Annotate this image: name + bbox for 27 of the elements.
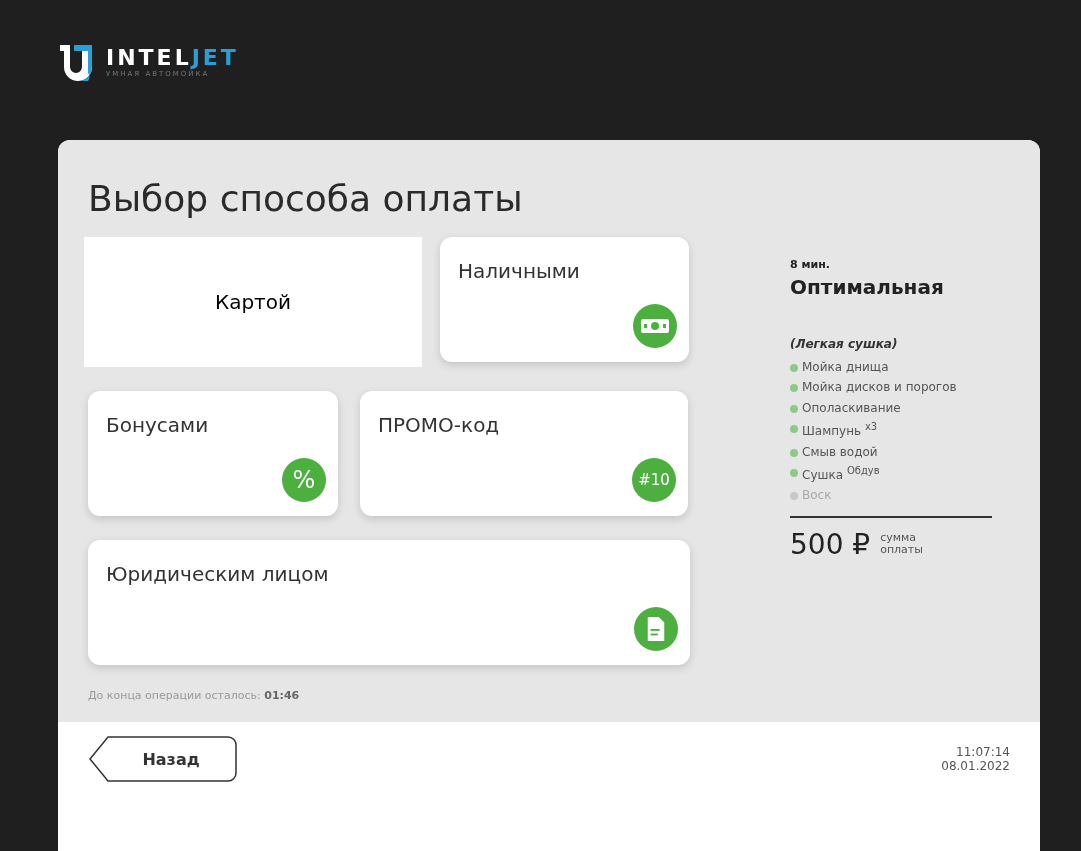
- program-note: (Легкая сушка): [790, 337, 899, 351]
- service-item: Шампунь $^{x3}$: [802, 421, 878, 439]
- service-item: Мойка дисков и порогов: [802, 380, 957, 395]
- service-item: Ополаскивание: [802, 400, 901, 416]
- service-item: Смыв водой: [802, 444, 878, 459]
- page-title: Выбор способа оплаты: [88, 177, 524, 221]
- payment-method-tile[interactable]: Юридическим лицом: [88, 540, 690, 665]
- payment-method-tile[interactable]: Наличными: [440, 237, 689, 362]
- service-item: Мойка днища: [802, 360, 889, 375]
- banknote-icon: [633, 304, 677, 348]
- service-item: Воск: [802, 488, 832, 503]
- service-item: Сушка $^{Обдув}$: [802, 464, 880, 483]
- document-icon: [634, 607, 678, 651]
- payment-method-tile[interactable]: Бонусами %: [88, 391, 338, 516]
- price-amount: 500 ₽: [790, 527, 871, 561]
- countdown-text: До конца операции осталось: 01:46: [58, 665, 1040, 722]
- clock-date: 08.01.2022: [941, 759, 1010, 773]
- promo-badge: #10: [632, 458, 676, 502]
- percent-badge: %: [282, 458, 326, 502]
- back-button[interactable]: Назад: [88, 736, 238, 782]
- clock-time: 11:07:14: [956, 745, 1010, 759]
- brand-name: INTELJET: [106, 44, 239, 70]
- payment-method-tile[interactable]: Картой: [84, 237, 422, 367]
- program-name: Оптимальная: [790, 275, 945, 299]
- price-label: сумма оплаты: [880, 532, 924, 557]
- program-duration: 8 мин.: [790, 258, 831, 271]
- payment-method-tile[interactable]: ПРОМО-код #10: [360, 391, 688, 516]
